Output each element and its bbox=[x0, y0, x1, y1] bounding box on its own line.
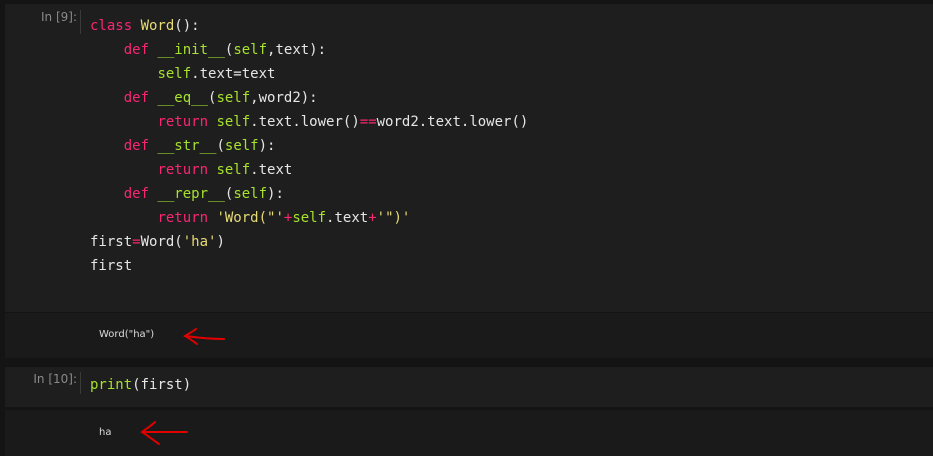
code-token: word2.text.lower() bbox=[376, 114, 529, 130]
code-line: return self.text.lower()==word2.text.low… bbox=[90, 110, 528, 134]
output-text: ha bbox=[99, 427, 112, 438]
code-token: def bbox=[123, 42, 158, 58]
code-token: .text bbox=[250, 162, 293, 178]
code-token: .text bbox=[326, 210, 369, 226]
prompt-separator bbox=[80, 372, 81, 394]
code-token: Word bbox=[140, 18, 175, 34]
code-token: (first) bbox=[132, 377, 192, 393]
code-token: (): bbox=[174, 18, 200, 34]
output-text: Word("ha") bbox=[99, 329, 155, 340]
code-token: ) bbox=[216, 234, 225, 250]
code-token: def bbox=[123, 138, 158, 154]
code-line: def __init__(self,text): bbox=[90, 38, 528, 62]
code-token: .text.lower() bbox=[250, 114, 360, 130]
code-editor[interactable]: class Word(): def __init__(self,text): s… bbox=[90, 14, 528, 278]
code-token: print bbox=[90, 377, 133, 393]
prompt-separator bbox=[80, 10, 81, 34]
annotation-arrow-icon bbox=[183, 328, 225, 345]
code-token: first bbox=[90, 258, 133, 274]
code-token: ( bbox=[216, 138, 225, 154]
code-token: self bbox=[216, 114, 251, 130]
code-token: self bbox=[216, 90, 251, 106]
code-line: return 'Word("'+self.text+'")' bbox=[90, 206, 528, 230]
code-token: def bbox=[123, 90, 158, 106]
code-token: __eq__ bbox=[157, 90, 209, 106]
code-token: self bbox=[292, 210, 327, 226]
code-token: Word( bbox=[140, 234, 183, 250]
code-line: def __eq__(self,word2): bbox=[90, 86, 528, 110]
code-token: __init__ bbox=[157, 42, 225, 58]
code-token: 'ha' bbox=[182, 234, 217, 250]
code-token: class bbox=[90, 18, 141, 34]
code-token: 'Word("' bbox=[216, 210, 284, 226]
code-line: class Word(): bbox=[90, 14, 528, 38]
code-token: self bbox=[216, 162, 251, 178]
code-token: ,word2): bbox=[250, 90, 318, 106]
code-token: = bbox=[132, 234, 141, 250]
input-prompt: In [9]: bbox=[41, 10, 77, 24]
code-line: return self.text bbox=[90, 158, 528, 182]
code-token: self bbox=[157, 66, 192, 82]
code-token: return bbox=[157, 162, 217, 178]
code-line: def __str__(self): bbox=[90, 134, 528, 158]
code-cell-2[interactable]: In [10]: print(first) bbox=[5, 367, 933, 407]
code-token: return bbox=[157, 210, 217, 226]
code-token: ): bbox=[258, 138, 276, 154]
code-line: self.text=text bbox=[90, 62, 528, 86]
code-line: first=Word('ha') bbox=[90, 230, 528, 254]
code-token: def bbox=[123, 186, 158, 202]
code-token: self bbox=[233, 186, 268, 202]
code-token: .text=text bbox=[191, 66, 276, 82]
code-token: first bbox=[90, 234, 133, 250]
code-token: ,text): bbox=[267, 42, 327, 58]
code-editor[interactable]: print(first) bbox=[90, 373, 191, 397]
output-area-1: Word("ha") bbox=[5, 313, 933, 358]
input-prompt: In [10]: bbox=[33, 372, 77, 386]
code-line: print(first) bbox=[90, 373, 191, 397]
annotation-arrow-icon bbox=[140, 421, 188, 445]
code-token: self bbox=[224, 138, 259, 154]
code-token: ): bbox=[267, 186, 284, 202]
code-line: first bbox=[90, 254, 528, 278]
code-token: return bbox=[157, 114, 217, 130]
code-token: __repr__ bbox=[157, 186, 225, 202]
code-token: + bbox=[368, 210, 377, 226]
code-token: __str__ bbox=[157, 138, 217, 154]
code-cell-1[interactable]: In [9]: class Word(): def __init__(self,… bbox=[5, 4, 933, 312]
code-token: '")' bbox=[376, 210, 411, 226]
code-line: def __repr__(self): bbox=[90, 182, 528, 206]
code-token: self bbox=[233, 42, 268, 58]
code-token: == bbox=[359, 114, 377, 130]
